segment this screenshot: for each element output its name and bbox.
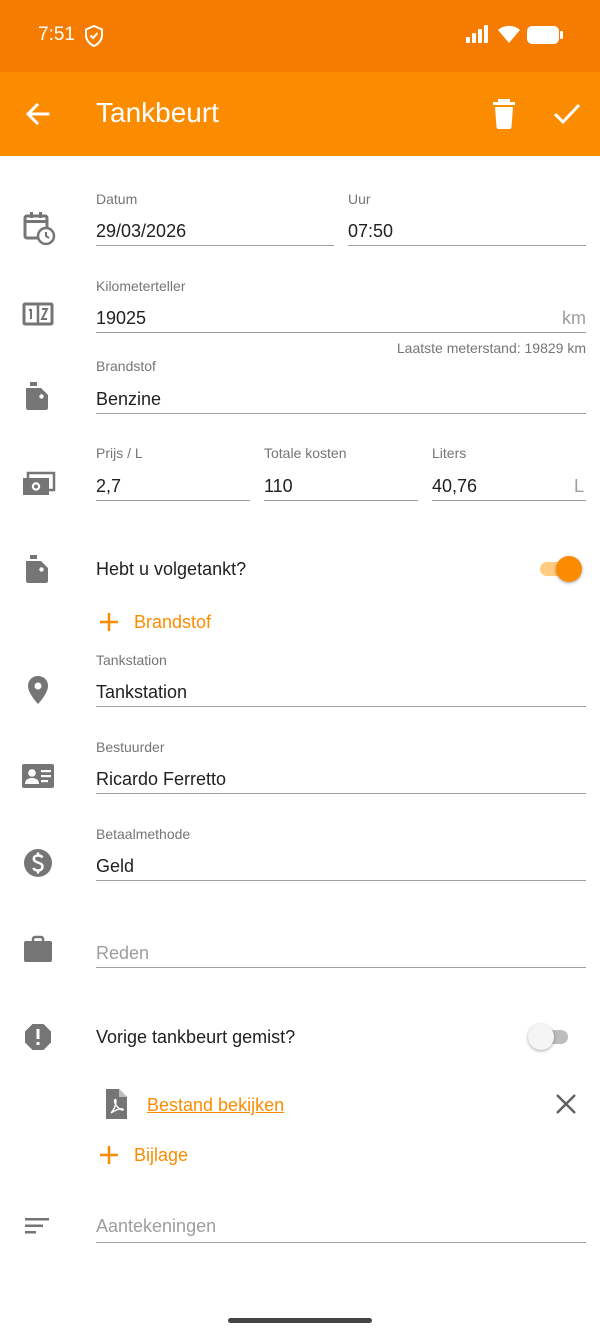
liters-underline	[432, 500, 586, 501]
dollar-circle-icon	[20, 845, 56, 881]
notes-underline	[96, 1242, 586, 1243]
signal-icon	[466, 25, 490, 48]
plus-icon	[98, 1144, 120, 1166]
fuel-type-label: Brandstof	[96, 358, 156, 374]
missed-fillup-toggle[interactable]	[528, 1022, 574, 1052]
wifi-icon	[497, 24, 521, 49]
total-cost-value: 110	[264, 476, 293, 496]
liters-field[interactable]: Liters 40,76 L	[432, 445, 586, 501]
shield-icon	[84, 24, 104, 48]
driver-label: Bestuurder	[96, 739, 165, 755]
odometer-helper-text: Laatste meterstand: 19829 km	[396, 340, 586, 356]
status-time: 7:51	[38, 24, 75, 45]
missed-fillup-label: Vorige tankbeurt gemist?	[96, 1027, 296, 1047]
driver-field[interactable]: Bestuurder Ricardo Ferretto	[96, 739, 586, 795]
fuel-type-field[interactable]: Brandstof Benzine	[96, 358, 586, 414]
liters-value: 40,76	[432, 476, 478, 496]
liters-label: Liters	[432, 445, 467, 461]
add-attachment-button[interactable]: Bijlage	[98, 1140, 218, 1170]
price-per-liter-underline	[96, 500, 250, 501]
total-cost-underline	[264, 500, 418, 501]
pdf-file-icon	[104, 1088, 128, 1120]
reason-underline	[96, 967, 586, 968]
payment-method-label: Betaalmethode	[96, 826, 191, 842]
gas-station-value: Tankstation	[96, 682, 188, 702]
close-icon[interactable]	[555, 1093, 577, 1115]
add-attachment-label: Bijlage	[134, 1145, 189, 1165]
reason-placeholder: Reden	[96, 943, 150, 963]
briefcase-icon	[20, 932, 56, 968]
delete-icon[interactable]	[491, 99, 517, 129]
price-per-liter-label: Prijs / L	[96, 445, 143, 461]
date-label: Datum	[96, 191, 138, 207]
fuel-type-value: Benzine	[96, 389, 162, 409]
status-bar: 7:51	[0, 0, 600, 72]
save-check-icon[interactable]	[552, 100, 582, 128]
odometer-field[interactable]: Kilometerteller 19025 km	[96, 278, 586, 334]
price-per-liter-value: 2,7	[96, 476, 122, 496]
liters-unit: L	[573, 476, 584, 496]
time-value: 07:50	[348, 221, 394, 241]
notes-icon	[20, 1208, 56, 1244]
payment-method-value: Geld	[96, 856, 135, 876]
full-tank-toggle[interactable]	[536, 554, 582, 584]
money-icon	[20, 466, 56, 502]
add-fuel-label: Brandstof	[134, 612, 212, 632]
battery-icon	[527, 26, 563, 49]
gas-station-label: Tankstation	[96, 652, 167, 668]
total-cost-field[interactable]: Totale kosten 110	[264, 445, 418, 501]
time-field[interactable]: Uur 07:50	[348, 191, 586, 247]
calendar-clock-icon	[20, 210, 56, 246]
payment-method-underline	[96, 880, 586, 881]
view-file-link[interactable]: Bestand bekijken	[147, 1095, 284, 1116]
fuel-can-icon	[20, 551, 56, 587]
toggle-thumb	[556, 556, 582, 582]
odometer-value: 19025	[96, 308, 147, 328]
notes-placeholder: Aantekeningen	[96, 1216, 217, 1236]
gas-station-underline	[96, 706, 586, 707]
app-bar: Tankbeurt	[0, 72, 600, 156]
fuel-type-underline	[96, 413, 586, 414]
gas-station-field[interactable]: Tankstation Tankstation	[96, 652, 586, 708]
home-indicator[interactable]	[228, 1318, 372, 1323]
driver-value: Ricardo Ferretto	[96, 769, 227, 789]
time-label: Uur	[348, 191, 371, 207]
fuel-can-icon	[20, 378, 56, 414]
price-per-liter-field[interactable]: Prijs / L 2,7	[96, 445, 250, 501]
driver-card-icon	[20, 758, 56, 794]
date-field[interactable]: Datum 29/03/2026	[96, 191, 334, 247]
full-tank-label: Hebt u volgetankt?	[96, 559, 247, 579]
time-underline	[348, 245, 586, 246]
odometer-unit: km	[562, 308, 586, 328]
add-fuel-button[interactable]: Brandstof	[98, 607, 238, 637]
odometer-icon	[20, 297, 56, 333]
odometer-label: Kilometerteller	[96, 278, 186, 294]
odometer-underline	[96, 332, 586, 333]
reason-field[interactable]: Reden	[96, 924, 586, 970]
plus-icon	[98, 611, 120, 633]
page-title: Tankbeurt	[96, 97, 219, 128]
location-pin-icon	[20, 672, 56, 708]
alert-octagon-icon	[20, 1019, 56, 1055]
toggle-thumb	[528, 1024, 554, 1050]
total-cost-label: Totale kosten	[264, 445, 347, 461]
date-value: 29/03/2026	[96, 221, 187, 241]
date-underline	[96, 245, 334, 246]
notes-field[interactable]: Aantekeningen	[96, 1198, 586, 1244]
payment-method-field[interactable]: Betaalmethode Geld	[96, 826, 586, 882]
driver-underline	[96, 793, 586, 794]
back-arrow-icon[interactable]	[24, 100, 52, 128]
